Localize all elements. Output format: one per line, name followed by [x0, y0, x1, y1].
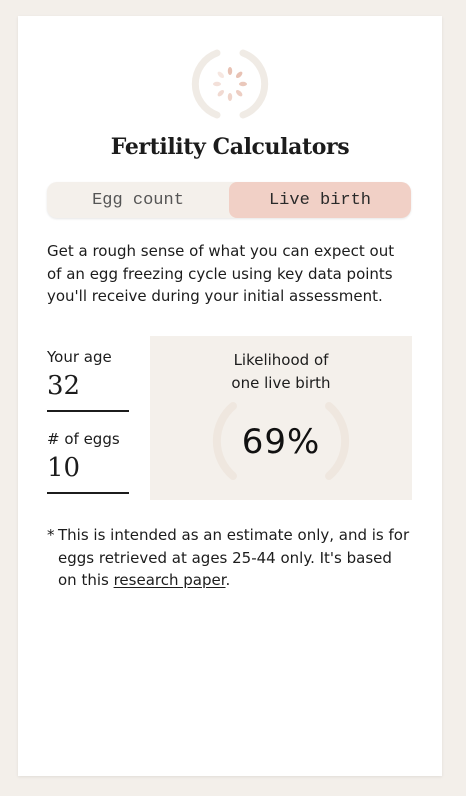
- disclaimer-note: * This is intended as an estimate only, …: [47, 524, 412, 592]
- result-label-line2: one live birth: [231, 373, 331, 392]
- result-label: Likelihood of one live birth: [150, 349, 412, 394]
- inputs-column: Your age 32 # of eggs 10: [47, 348, 131, 512]
- note-asterisk: *: [47, 526, 55, 544]
- calculator-card: Fertility Calculators Egg count Live bir…: [18, 16, 442, 776]
- note-end: .: [225, 571, 231, 589]
- result-value: 69%: [241, 422, 321, 462]
- intro-text: Get a rough sense of what you can expect…: [47, 242, 395, 305]
- spinner-logo-icon: [191, 49, 269, 119]
- research-paper-link[interactable]: research paper: [114, 571, 226, 589]
- calculator-tabs: Egg count Live birth: [47, 182, 411, 218]
- result-label-line1: Likelihood of: [233, 351, 329, 369]
- tab-egg-count[interactable]: Egg count: [47, 182, 229, 218]
- eggs-input[interactable]: 10: [47, 452, 129, 494]
- note-body: This is intended as an estimate only, an…: [58, 526, 410, 589]
- eggs-label: # of eggs: [47, 430, 120, 448]
- note-text: This is intended as an estimate only, an…: [58, 524, 412, 592]
- tab-live-birth[interactable]: Live birth: [229, 182, 411, 218]
- age-field: Your age 32: [47, 348, 131, 430]
- eggs-field: # of eggs 10: [47, 430, 131, 512]
- page-title: Fertility Calculators: [110, 134, 350, 160]
- result-panel: Likelihood of one live birth 69%: [150, 336, 412, 500]
- age-input[interactable]: 32: [47, 370, 129, 412]
- age-label: Your age: [47, 348, 112, 366]
